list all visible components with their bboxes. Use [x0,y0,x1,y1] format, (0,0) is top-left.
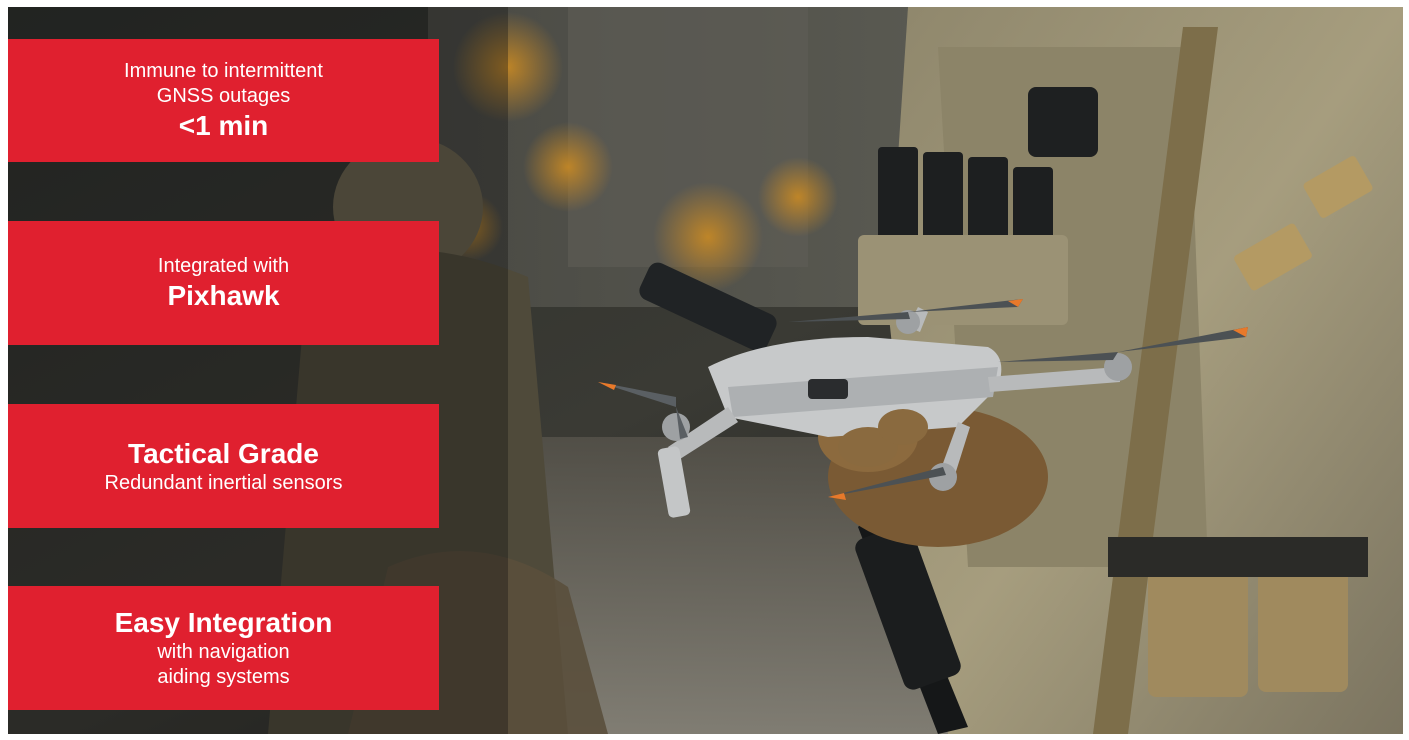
tile-text: with navigation [157,641,290,663]
feature-tile-pixhawk: Integrated with Pixhawk [8,221,439,345]
tile-highlight: Tactical Grade [128,437,319,469]
tile-text: Redundant inertial sensors [104,471,343,494]
feature-tile-tactical-grade: Tactical Grade Redundant inertial sensor… [8,404,439,528]
feature-tile-gnss: Immune to intermittent GNSS outages <1 m… [8,39,439,162]
tile-highlight: Easy Integration [114,607,333,638]
tile-text: Immune to intermittent [124,59,323,82]
tile-text: GNSS outages [156,84,291,107]
hero-banner: Immune to intermittent GNSS outages <1 m… [8,7,1403,734]
tile-text: aiding systems [157,666,290,688]
feature-tile-easy-integration: Easy Integration with navigation aiding … [8,586,439,710]
tile-highlight: Pixhawk [167,279,280,311]
tile-text: Integrated with [157,254,290,277]
tile-highlight: <1 min [178,109,269,141]
